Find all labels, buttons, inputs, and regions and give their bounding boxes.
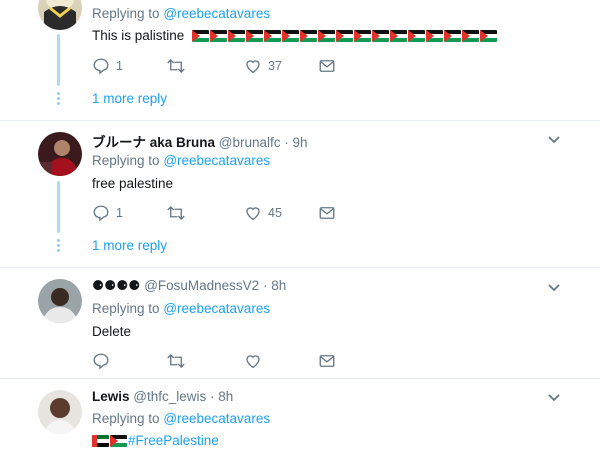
envelope-icon bbox=[319, 355, 335, 367]
palestine-flag-icon bbox=[390, 30, 408, 42]
replying-label: Replying to bbox=[92, 301, 160, 316]
reply-count: 1 bbox=[116, 206, 123, 220]
chevron-down-icon[interactable] bbox=[547, 135, 561, 145]
palestine-flag-icon bbox=[246, 30, 264, 42]
replying-handle-link[interactable]: @reebecatavares bbox=[163, 153, 270, 168]
tweet-text: This is palistine bbox=[92, 28, 498, 43]
retweet-icon bbox=[167, 59, 185, 73]
timestamp[interactable]: · 9h bbox=[284, 135, 307, 150]
like-count: 37 bbox=[268, 59, 282, 73]
palestine-flag-row bbox=[192, 30, 498, 42]
tweet-header: ⚈⚈⚈⚈ @FosuMadnessV2 · 8h bbox=[92, 278, 286, 294]
tweet-actions: 1 37 bbox=[92, 56, 352, 76]
timestamp[interactable]: · 8h bbox=[263, 278, 286, 293]
palestine-flag-icon bbox=[210, 30, 228, 42]
palestine-flag-icon bbox=[444, 30, 462, 42]
direct-message-button[interactable] bbox=[318, 351, 336, 371]
thread-line bbox=[57, 34, 60, 86]
palestine-flag-icon bbox=[480, 30, 498, 42]
show-more-replies-link[interactable]: 1 more reply bbox=[92, 238, 167, 253]
replying-to: Replying to @reebecatavares bbox=[92, 153, 270, 168]
retweet-button[interactable] bbox=[166, 351, 192, 371]
tweet-text: Delete bbox=[92, 324, 132, 339]
username[interactable]: @brunalfc bbox=[219, 135, 281, 150]
replying-label: Replying to bbox=[92, 6, 160, 21]
palestine-flag-icon bbox=[228, 30, 246, 42]
tweet-header: Lewis @thfc_lewis · 8h bbox=[92, 389, 233, 404]
reply-icon bbox=[93, 58, 109, 75]
timestamp[interactable]: · 8h bbox=[210, 389, 233, 404]
replying-handle-link[interactable]: @reebecatavares bbox=[163, 411, 270, 426]
palestine-flag-icon bbox=[408, 30, 426, 42]
tweet-text-content: This is palistine bbox=[92, 28, 185, 43]
reply-icon bbox=[93, 205, 109, 222]
tweet-text: #FreePalestine bbox=[92, 433, 219, 448]
display-name[interactable]: ⚈⚈⚈⚈ bbox=[92, 278, 140, 293]
avatar[interactable] bbox=[38, 132, 82, 176]
reply-button[interactable]: 1 bbox=[92, 56, 123, 76]
palestine-flag-icon bbox=[336, 30, 354, 42]
tweet-reply-3[interactable]: Lewis @thfc_lewis · 8h Replying to @reeb… bbox=[0, 379, 600, 450]
show-more-replies-link[interactable]: 1 more reply bbox=[92, 91, 167, 106]
thread-line bbox=[57, 181, 60, 233]
palestine-flag-icon bbox=[354, 30, 372, 42]
replying-to: Replying to @reebecatavares bbox=[92, 411, 270, 426]
reply-icon bbox=[93, 353, 109, 370]
username[interactable]: @FosuMadnessV2 bbox=[144, 278, 259, 293]
avatar[interactable] bbox=[38, 0, 82, 30]
reply-count: 1 bbox=[116, 59, 123, 73]
replying-label: Replying to bbox=[92, 411, 160, 426]
tweet-header: ブルーナ aka Bruna @brunalfc · 9h bbox=[92, 131, 308, 151]
reply-button[interactable]: 1 bbox=[92, 203, 123, 223]
chevron-down-icon[interactable] bbox=[547, 393, 561, 403]
direct-message-button[interactable] bbox=[318, 56, 336, 76]
direct-message-button[interactable] bbox=[318, 203, 336, 223]
palestine-flag-icon bbox=[318, 30, 336, 42]
like-button[interactable]: 45 bbox=[244, 203, 282, 223]
heart-icon bbox=[246, 60, 260, 74]
tweet-text: free palestine bbox=[92, 176, 174, 191]
like-count: 45 bbox=[268, 206, 282, 220]
username[interactable]: @thfc_lewis bbox=[133, 389, 206, 404]
retweet-icon bbox=[167, 206, 185, 220]
palestine-flag-icon bbox=[110, 435, 127, 447]
envelope-icon bbox=[319, 207, 335, 219]
retweet-icon bbox=[167, 354, 185, 368]
display-name[interactable]: ブルーナ aka Bruna bbox=[92, 135, 215, 150]
palestine-flag-icon bbox=[192, 30, 210, 42]
tweet-actions bbox=[92, 351, 352, 371]
hashtag-link[interactable]: #FreePalestine bbox=[128, 433, 219, 448]
envelope-icon bbox=[319, 60, 335, 72]
palestine-flag-icon bbox=[462, 30, 480, 42]
like-button[interactable]: 37 bbox=[244, 56, 282, 76]
tweet-reply-2[interactable]: ⚈⚈⚈⚈ @FosuMadnessV2 · 8h Replying to @re… bbox=[0, 268, 600, 378]
replying-label: Replying to bbox=[92, 153, 160, 168]
replying-to: Replying to @reebecatavares bbox=[92, 301, 270, 316]
chevron-down-icon[interactable] bbox=[547, 283, 561, 293]
replying-handle-link[interactable]: @reebecatavares bbox=[163, 301, 270, 316]
thread-dots bbox=[56, 239, 61, 254]
palestine-flag-icon bbox=[372, 30, 390, 42]
retweet-button[interactable] bbox=[166, 56, 192, 76]
uae-flag-icon bbox=[92, 435, 109, 447]
heart-icon bbox=[246, 207, 260, 221]
heart-icon bbox=[246, 355, 260, 369]
replying-to: Replying to @reebecatavares bbox=[92, 6, 270, 21]
palestine-flag-icon bbox=[300, 30, 318, 42]
palestine-flag-icon bbox=[426, 30, 444, 42]
avatar[interactable] bbox=[38, 279, 82, 323]
replying-handle-link[interactable]: @reebecatavares bbox=[163, 6, 270, 21]
retweet-button[interactable] bbox=[166, 203, 192, 223]
palestine-flag-icon bbox=[282, 30, 300, 42]
palestine-flag-icon bbox=[264, 30, 282, 42]
tweet-actions: 1 45 bbox=[92, 203, 352, 223]
like-button[interactable] bbox=[244, 351, 268, 371]
tweet-reply-0[interactable]: Replying to @reebecatavares This is pali… bbox=[0, 0, 600, 120]
display-name[interactable]: Lewis bbox=[92, 389, 130, 404]
avatar[interactable] bbox=[38, 390, 82, 434]
reply-button[interactable] bbox=[92, 351, 116, 371]
tweet-reply-1[interactable]: ブルーナ aka Bruna @brunalfc · 9h Replying t… bbox=[0, 121, 600, 267]
thread-dots bbox=[56, 92, 61, 107]
